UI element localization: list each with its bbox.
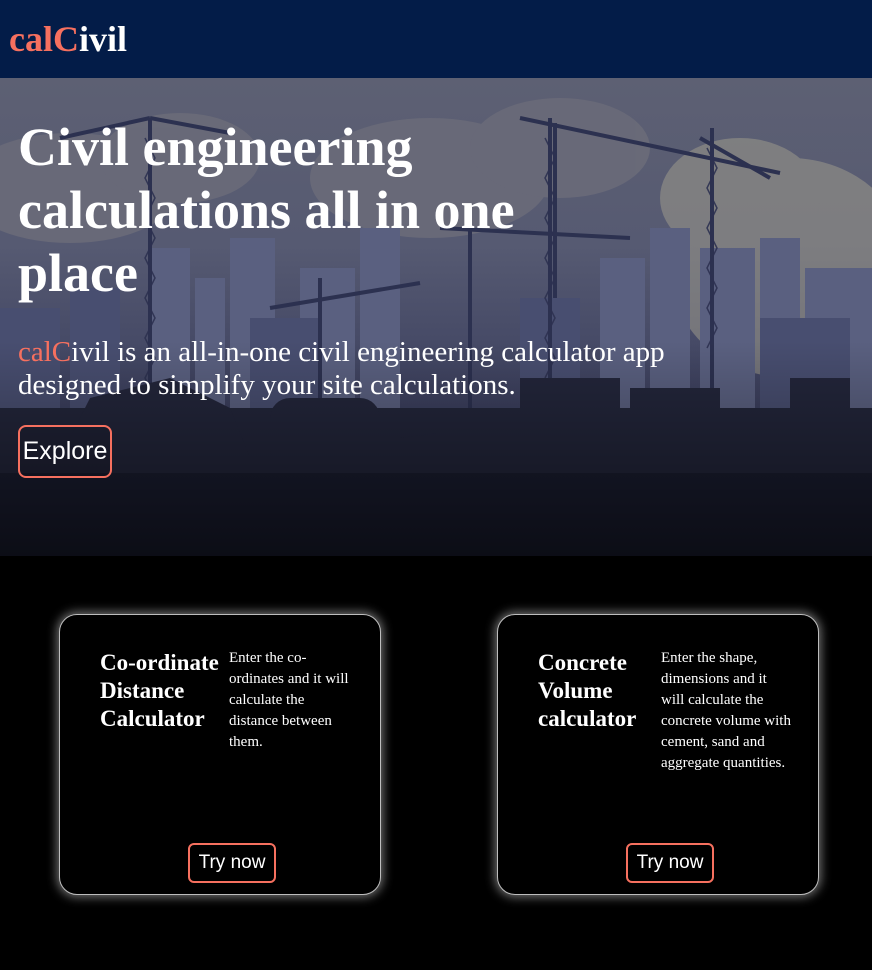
hero-title: Civil engineering calculations all in on… bbox=[18, 117, 515, 303]
try-now-button[interactable]: Try now bbox=[626, 843, 714, 883]
calculator-card-coordinate-distance: Co-ordinate Distance Calculator Enter th… bbox=[59, 614, 381, 895]
card-description: Enter the co-ordinates and it will calcu… bbox=[229, 650, 349, 750]
logo-accent: calC bbox=[9, 19, 79, 59]
navbar: calCivil bbox=[0, 0, 872, 78]
card-title: Co-ordinate Distance Calculator bbox=[100, 650, 219, 731]
try-now-button[interactable]: Try now bbox=[188, 843, 276, 883]
card-title: Concrete Volume calculator bbox=[538, 650, 637, 731]
hero-description: calCivil is an all-in-one civil engineer… bbox=[18, 336, 738, 402]
hero-section: Civil engineering calculations all in on… bbox=[0, 78, 872, 556]
card-description: Enter the shape, dimensions and it will … bbox=[661, 650, 791, 771]
hero-brand-rest: ivil bbox=[71, 336, 110, 368]
calculator-card-concrete-volume: Concrete Volume calculator Enter the sha… bbox=[497, 614, 819, 895]
hero-body-text: is an all-in-one civil engineering calcu… bbox=[18, 336, 665, 401]
explore-button[interactable]: Explore bbox=[18, 425, 112, 478]
logo-rest: ivil bbox=[78, 19, 127, 59]
hero-brand-accent: calC bbox=[18, 336, 72, 368]
logo[interactable]: calCivil bbox=[9, 18, 127, 60]
